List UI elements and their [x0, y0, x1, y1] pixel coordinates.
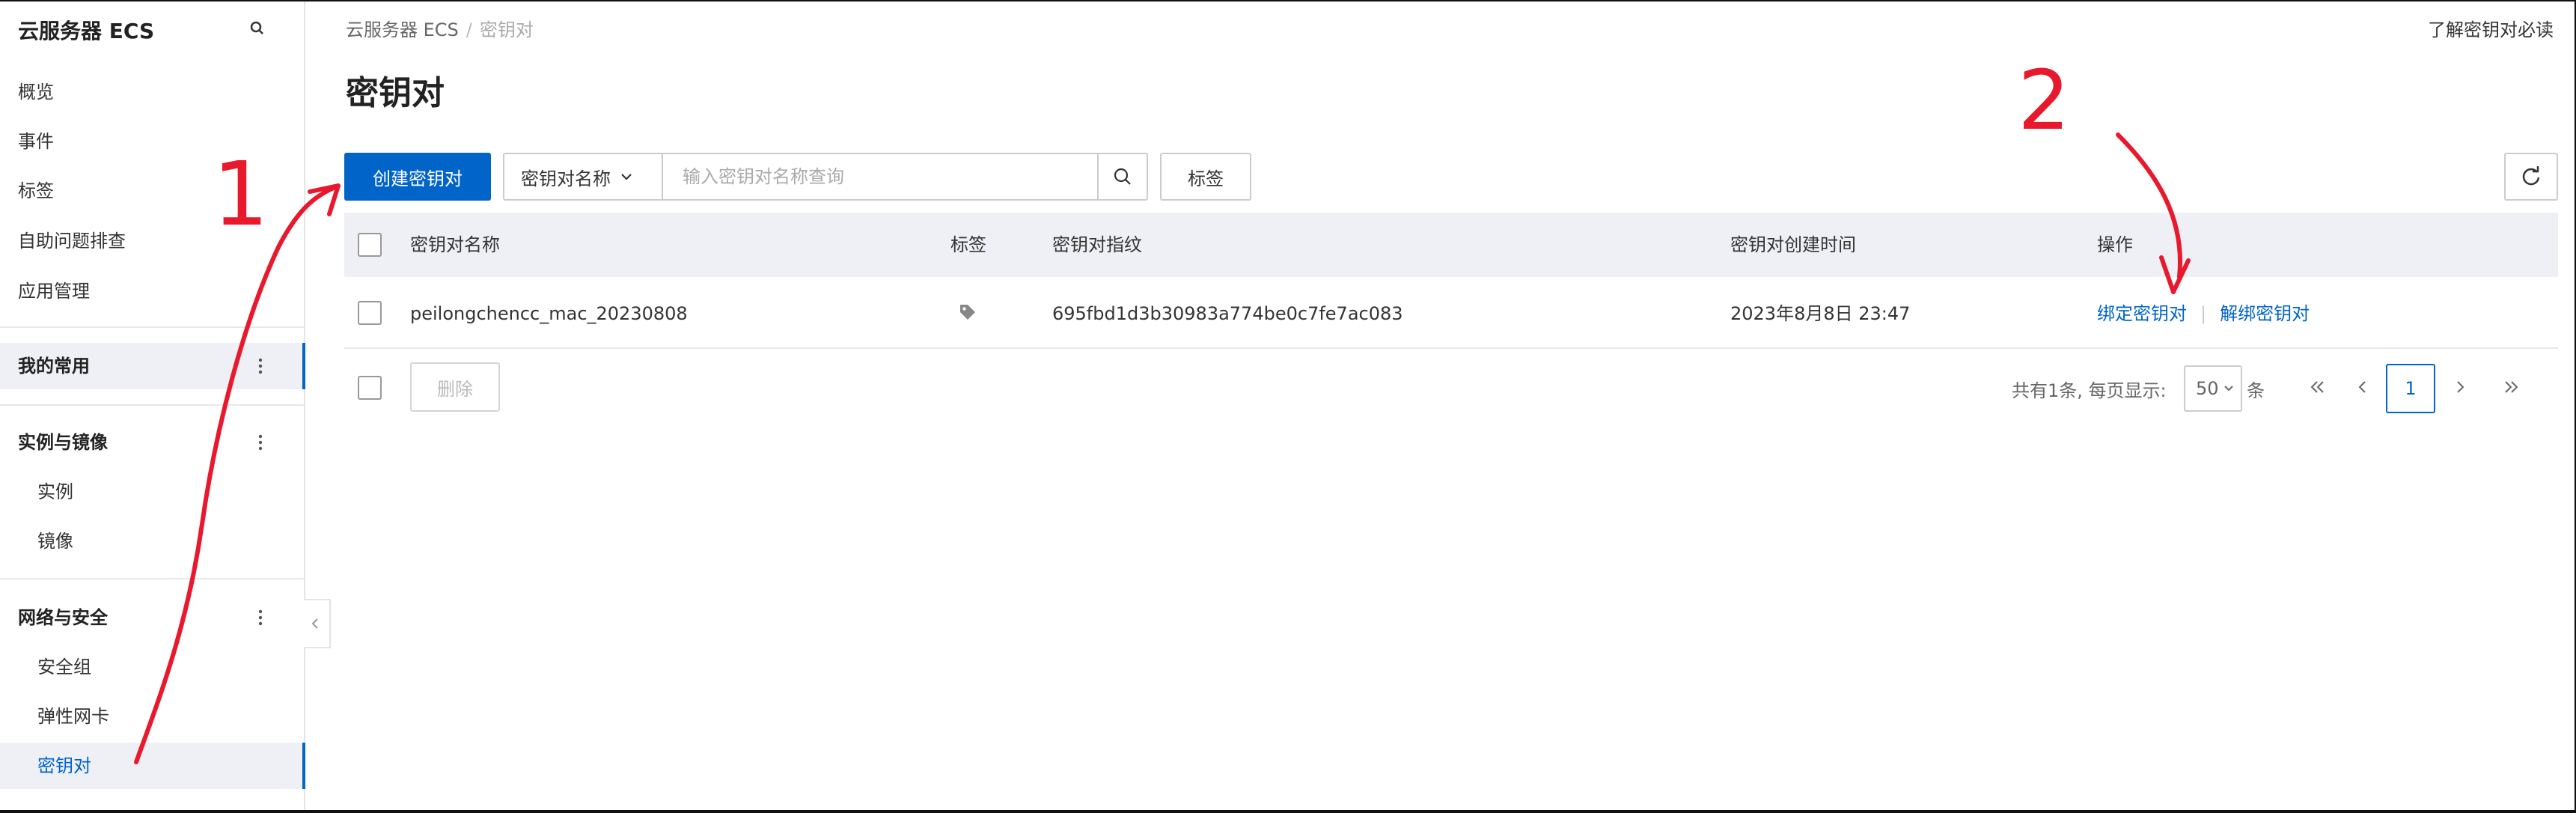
window-border-top: [0, 0, 2576, 1]
refresh-icon: [2522, 166, 2540, 186]
select-all-checkbox[interactable]: [358, 233, 382, 257]
sidebar-item-instances[interactable]: 实例: [0, 469, 304, 515]
double-chevron-right-icon: [2505, 381, 2518, 393]
chevron-right-icon: [2457, 381, 2464, 393]
table-header: 密钥对名称 标签 密钥对指纹 密钥对创建时间 操作: [344, 213, 2558, 277]
search-field-select[interactable]: 密钥对名称: [504, 154, 663, 199]
breadcrumb-current: 密钥对: [479, 19, 534, 40]
column-header-name: 密钥对名称: [410, 234, 500, 255]
more-icon[interactable]: [257, 609, 263, 626]
page-title: 密钥对: [346, 74, 445, 112]
sidebar-item-events[interactable]: 事件: [0, 118, 304, 165]
more-icon[interactable]: [257, 358, 263, 374]
sidebar-item-label: 我的常用: [18, 356, 90, 377]
create-key-pair-button[interactable]: 创建密钥对: [344, 153, 491, 201]
search-field-label: 密钥对名称: [521, 168, 611, 189]
search-icon[interactable]: [247, 18, 268, 39]
double-chevron-left-icon: [2310, 381, 2324, 393]
annotation-mark-2: 2: [2018, 52, 2070, 148]
unbind-key-pair-link[interactable]: 解绑密钥对: [2220, 303, 2310, 324]
refresh-button[interactable]: [2504, 153, 2558, 201]
search-button[interactable]: [1097, 154, 1147, 199]
prev-page-button[interactable]: [2350, 374, 2375, 400]
chevron-down-icon: [2224, 386, 2233, 392]
page-size-value: 50: [2196, 378, 2219, 399]
sidebar-item-security-groups[interactable]: 安全组: [0, 644, 304, 690]
last-page-button[interactable]: [2498, 374, 2524, 400]
page-size-unit: 条: [2247, 380, 2265, 401]
column-header-actions: 操作: [2097, 234, 2133, 255]
sidebar-divider: [0, 326, 304, 328]
first-page-button[interactable]: [2305, 374, 2331, 400]
key-pair-name: peilongchencc_mac_20230808: [410, 303, 688, 324]
sidebar-group-label: 网络与安全: [18, 607, 108, 628]
search-icon: [1114, 168, 1131, 185]
sidebar-item-key-pairs[interactable]: 密钥对: [0, 743, 305, 789]
sidebar-item-tags[interactable]: 标签: [0, 168, 304, 214]
key-pair-fingerprint: 695fbd1d3b30983a774be0c7fe7ac083: [1052, 303, 1403, 324]
chevron-left-icon: [2358, 381, 2366, 393]
sidebar-item-eni[interactable]: 弹性网卡: [0, 693, 304, 740]
sidebar-group-instances[interactable]: 实例与镜像: [0, 419, 304, 466]
pagination-total: 共有1条, 每页显示:: [2012, 380, 2167, 401]
sidebar-group-label: 实例与镜像: [18, 432, 108, 453]
sidebar: 云服务器 ECS 概览 事件 标签 自助问题排查 应用管理 我的常用 实例与镜像…: [0, 1, 305, 810]
chevron-left-icon: [311, 618, 318, 629]
tag-icon[interactable]: [958, 302, 977, 322]
more-icon[interactable]: [257, 434, 263, 451]
breadcrumb-root[interactable]: 云服务器 ECS: [346, 19, 459, 40]
next-page-button[interactable]: [2447, 374, 2473, 400]
table-row: peilongchencc_mac_20230808 695fbd1d3b309…: [344, 278, 2558, 349]
row-checkbox[interactable]: [358, 301, 382, 325]
chevron-down-icon: [621, 174, 632, 180]
column-header-tag: 标签: [950, 234, 986, 255]
sidebar-item-troubleshoot[interactable]: 自助问题排查: [0, 218, 304, 264]
key-pair-created-time: 2023年8月8日 23:47: [1730, 303, 1911, 324]
tag-filter-button[interactable]: 标签: [1160, 153, 1251, 201]
footer-select-all-checkbox[interactable]: [358, 376, 382, 400]
sidebar-item-app-management[interactable]: 应用管理: [0, 268, 304, 314]
annotation-arrowhead-1: [308, 183, 341, 216]
column-header-created: 密钥对创建时间: [1730, 234, 1856, 255]
sidebar-item-overview[interactable]: 概览: [0, 69, 304, 115]
sidebar-group-network[interactable]: 网络与安全: [0, 594, 304, 641]
row-actions: 绑定密钥对 | 解绑密钥对: [2097, 278, 2310, 349]
page-size-select[interactable]: 50: [2184, 365, 2242, 412]
sidebar-collapse-handle[interactable]: [304, 599, 331, 648]
breadcrumb-separator: /: [466, 19, 472, 40]
sidebar-item-images[interactable]: 镜像: [0, 518, 304, 564]
search-input[interactable]: [663, 154, 1097, 199]
sidebar-divider: [0, 404, 304, 406]
window-border-bottom: [0, 810, 2576, 813]
search-group: 密钥对名称: [503, 153, 1148, 201]
sidebar-item-favorites[interactable]: 我的常用: [0, 343, 305, 389]
sidebar-title: 云服务器 ECS: [18, 19, 155, 43]
column-header-fingerprint: 密钥对指纹: [1052, 234, 1142, 255]
breadcrumb: 云服务器 ECS / 密钥对: [346, 15, 534, 41]
current-page-button[interactable]: 1: [2386, 364, 2435, 413]
bind-key-pair-link[interactable]: 绑定密钥对: [2097, 303, 2187, 324]
sidebar-divider: [0, 578, 304, 579]
action-separator: |: [2200, 303, 2207, 324]
delete-button[interactable]: 删除: [410, 362, 500, 412]
help-link[interactable]: 了解密钥对必读: [2428, 15, 2554, 41]
